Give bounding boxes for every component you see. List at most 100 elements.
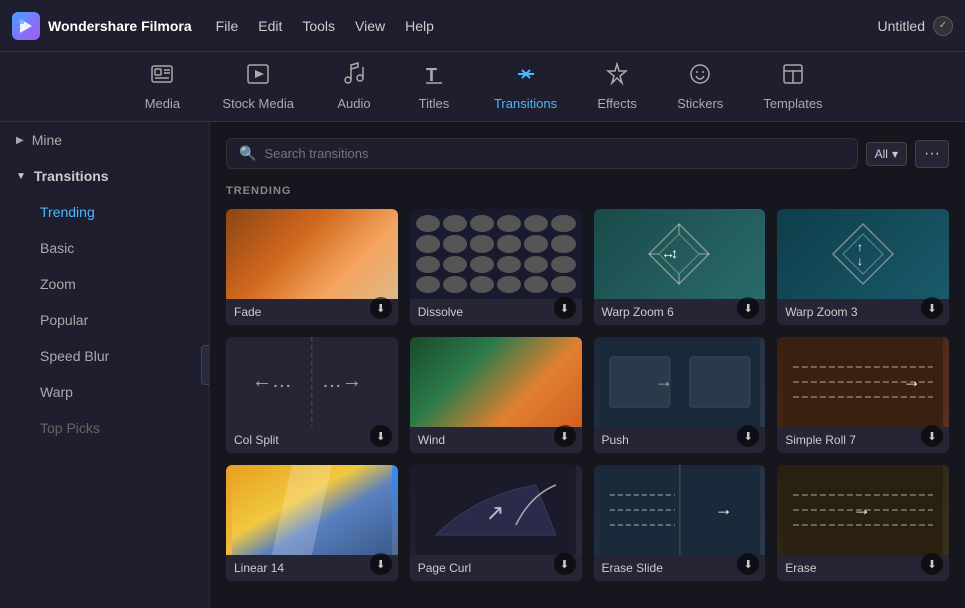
logo-area: Wondershare Filmora <box>12 12 192 40</box>
menu-edit[interactable]: Edit <box>258 14 282 38</box>
tab-transitions[interactable]: Transitions <box>474 54 577 119</box>
sidebar-speed-blur-label: Speed Blur <box>40 348 109 364</box>
sidebar-item-popular[interactable]: Popular <box>0 302 209 338</box>
svg-text:…→: …→ <box>322 370 362 392</box>
transition-card-dissolve[interactable]: ⬇ Dissolve <box>410 209 582 325</box>
erase-download-button[interactable]: ⬇ <box>921 553 943 575</box>
app-logo-icon <box>12 12 40 40</box>
sidebar-warp-label: Warp <box>40 384 73 400</box>
tab-titles[interactable]: T Titles <box>394 54 474 119</box>
sidebar-top-picks-label: Top Picks <box>40 420 100 436</box>
media-icon <box>150 62 174 92</box>
transition-card-warp-zoom-3[interactable]: ↑ ↓ ⬇ Warp Zoom 3 <box>777 209 949 325</box>
sidebar-item-transitions-header[interactable]: ▼ Transitions <box>0 158 209 194</box>
tab-effects-label: Effects <box>597 96 637 111</box>
sidebar-item-trending[interactable]: Trending <box>0 194 209 230</box>
warp-zoom-6-thumbnail: ↕ ↔ <box>594 209 766 299</box>
stock-media-icon <box>246 62 270 92</box>
search-input-wrap: 🔍 <box>226 138 858 169</box>
transition-card-page-curl[interactable]: ↗ ⬇ Page Curl <box>410 465 582 581</box>
menu-help[interactable]: Help <box>405 14 434 38</box>
linear-14-download-button[interactable]: ⬇ <box>370 553 392 575</box>
menu-tools[interactable]: Tools <box>302 14 335 38</box>
tab-stock-media-label: Stock Media <box>222 96 294 111</box>
content-area: 🔍 All ▾ ··· TRENDING ⬇ Fade <box>210 122 965 608</box>
push-thumbnail: → <box>594 337 766 427</box>
search-filter-dropdown[interactable]: All ▾ <box>866 142 907 166</box>
simple-roll-7-download-button[interactable]: ⬇ <box>921 425 943 447</box>
wind-download-button[interactable]: ⬇ <box>554 425 576 447</box>
svg-text:↑: ↑ <box>857 240 863 254</box>
warp-zoom-3-download-button[interactable]: ⬇ <box>921 297 943 319</box>
svg-text:→: → <box>714 499 732 519</box>
tab-stickers-label: Stickers <box>677 96 723 111</box>
menu-file[interactable]: File <box>216 14 239 38</box>
svg-text:↗: ↗ <box>486 500 504 525</box>
stickers-icon <box>688 62 712 92</box>
sidebar-item-zoom[interactable]: Zoom <box>0 266 209 302</box>
sidebar-item-basic[interactable]: Basic <box>0 230 209 266</box>
svg-text:→: → <box>853 499 871 519</box>
transition-card-wind[interactable]: ⬇ Wind <box>410 337 582 453</box>
tab-templates[interactable]: Templates <box>743 54 842 119</box>
transition-card-simple-roll-7[interactable]: → ⬇ Simple Roll 7 <box>777 337 949 453</box>
svg-text:↔: ↔ <box>661 245 675 261</box>
sidebar-item-mine[interactable]: ▶ Mine <box>0 122 209 158</box>
filter-chevron-icon: ▾ <box>892 147 898 161</box>
sidebar-collapse-button[interactable]: ‹ <box>201 345 210 385</box>
transition-card-erase-slide[interactable]: → ⬇ Erase Slide <box>594 465 766 581</box>
transition-card-linear-14[interactable]: ⬇ Linear 14 <box>226 465 398 581</box>
tab-titles-label: Titles <box>419 96 450 111</box>
tab-media-label: Media <box>145 96 180 111</box>
sidebar-item-top-picks[interactable]: Top Picks <box>0 410 209 446</box>
svg-text:↓: ↓ <box>857 254 863 268</box>
transition-card-warp-zoom-6[interactable]: ↕ ↔ ⬇ Warp Zoom 6 <box>594 209 766 325</box>
transition-card-erase[interactable]: → ⬇ Erase <box>777 465 949 581</box>
transition-card-fade[interactable]: ⬇ Fade <box>226 209 398 325</box>
dissolve-download-button[interactable]: ⬇ <box>554 297 576 319</box>
effects-icon <box>605 62 629 92</box>
titles-icon: T <box>422 62 446 92</box>
tab-effects[interactable]: Effects <box>577 54 657 119</box>
search-more-button[interactable]: ··· <box>915 140 949 168</box>
col-split-thumbnail: ←… …→ <box>226 337 398 427</box>
col-split-download-button[interactable]: ⬇ <box>370 425 392 447</box>
tab-audio-label: Audio <box>337 96 370 111</box>
page-curl-download-button[interactable]: ⬇ <box>554 553 576 575</box>
sidebar-item-speed-blur[interactable]: Speed Blur <box>0 338 209 374</box>
fade-download-button[interactable]: ⬇ <box>370 297 392 319</box>
project-title: Untitled <box>878 18 925 34</box>
filter-label: All <box>875 147 888 161</box>
search-row: 🔍 All ▾ ··· <box>226 138 949 169</box>
search-input[interactable] <box>264 146 844 161</box>
main-layout: ▶ Mine ▼ Transitions Trending Basic Zoom… <box>0 122 965 608</box>
sidebar-basic-label: Basic <box>40 240 74 256</box>
svg-text:→: → <box>654 371 672 391</box>
sidebar-item-warp[interactable]: Warp <box>0 374 209 410</box>
transition-card-push[interactable]: → ⬇ Push <box>594 337 766 453</box>
sidebar: ▶ Mine ▼ Transitions Trending Basic Zoom… <box>0 122 210 608</box>
sidebar-mine-label: Mine <box>32 132 62 148</box>
transitions-grid: ⬇ Fade ⬇ Dissolve <box>226 209 949 581</box>
menu-bar: File Edit Tools View Help <box>216 14 878 38</box>
tab-media[interactable]: Media <box>122 54 202 119</box>
sidebar-trending-label: Trending <box>40 204 95 220</box>
warp-zoom-3-thumbnail: ↑ ↓ <box>777 209 949 299</box>
tab-stickers[interactable]: Stickers <box>657 54 743 119</box>
audio-icon <box>342 62 366 92</box>
svg-text:→: → <box>903 371 921 391</box>
mine-arrow-icon: ▶ <box>16 135 24 146</box>
menu-view[interactable]: View <box>355 14 385 38</box>
title-check-icon: ✓ <box>933 16 953 36</box>
top-bar: Wondershare Filmora File Edit Tools View… <box>0 0 965 52</box>
transitions-icon <box>514 62 538 92</box>
transition-card-col-split[interactable]: ←… …→ ⬇ Col Split <box>226 337 398 453</box>
section-trending-title: TRENDING <box>226 185 949 197</box>
app-name: Wondershare Filmora <box>48 18 192 34</box>
tab-audio[interactable]: Audio <box>314 54 394 119</box>
erase-thumbnail: → <box>777 465 949 555</box>
tab-stock-media[interactable]: Stock Media <box>202 54 314 119</box>
transitions-arrow-icon: ▼ <box>16 171 26 182</box>
svg-text:←…: ←… <box>252 370 292 392</box>
tab-templates-label: Templates <box>763 96 822 111</box>
